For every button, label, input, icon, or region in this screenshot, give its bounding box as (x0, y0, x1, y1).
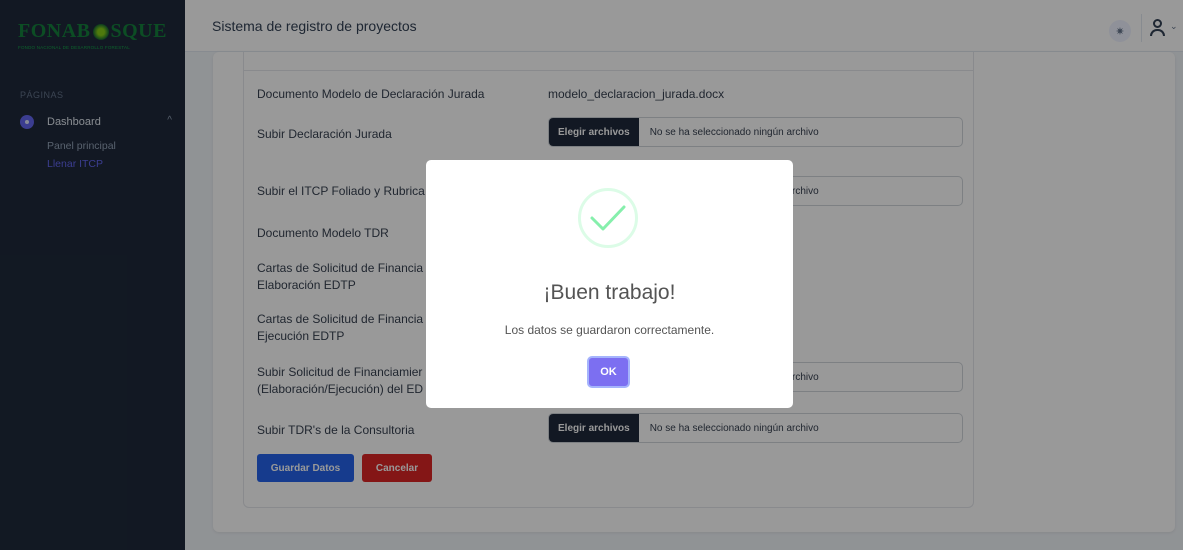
success-dialog: ¡Buen trabajo! Los datos se guardaron co… (426, 160, 793, 408)
success-check-icon (578, 188, 638, 248)
ok-button[interactable]: OK (587, 356, 630, 388)
dialog-title: ¡Buen trabajo! (543, 281, 676, 304)
dialog-message: Los datos se guardaron correctamente. (504, 323, 715, 337)
